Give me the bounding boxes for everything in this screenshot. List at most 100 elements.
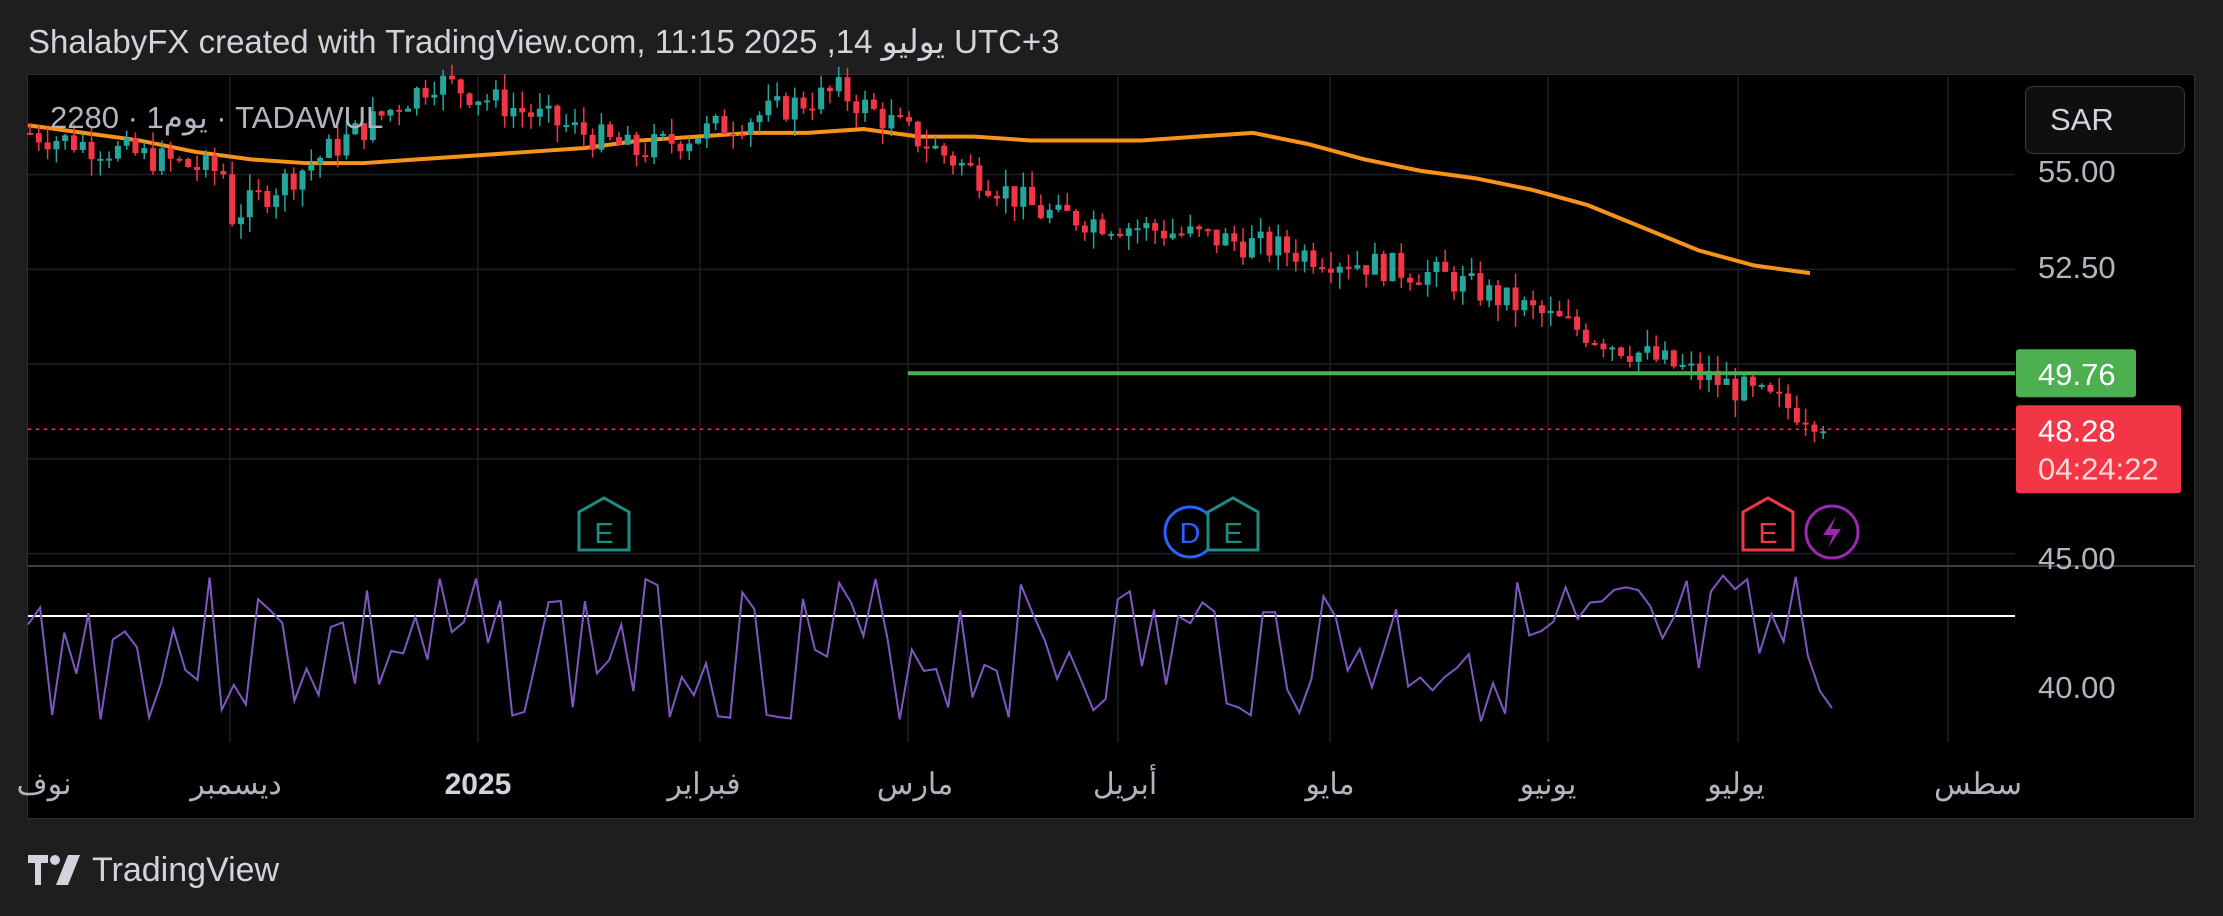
candle-body xyxy=(167,148,174,159)
event-marker-letter: D xyxy=(1180,518,1201,550)
candle-body xyxy=(70,135,77,150)
candle-body xyxy=(1187,226,1194,234)
candle-body xyxy=(967,162,974,166)
event-marker-letter: E xyxy=(1223,518,1242,550)
candle-body xyxy=(835,77,842,92)
candle-body xyxy=(879,108,886,129)
candle-body xyxy=(1257,231,1264,239)
candle-body xyxy=(853,101,860,114)
candle-body xyxy=(1389,252,1396,282)
candle-body xyxy=(1749,376,1756,386)
candle-body xyxy=(1442,261,1449,272)
candle-body xyxy=(1178,233,1185,236)
candle-body xyxy=(1732,378,1739,401)
candle-body xyxy=(985,190,992,196)
currency-button[interactable]: SAR xyxy=(2025,86,2185,154)
candle-body xyxy=(1785,393,1792,409)
candle-body xyxy=(844,77,851,102)
candle-body xyxy=(1029,186,1036,206)
candle-body xyxy=(1240,241,1247,258)
candle-body xyxy=(615,137,622,145)
candle-body xyxy=(1160,230,1167,239)
candle-body xyxy=(1037,205,1044,219)
candle-body xyxy=(1521,300,1528,311)
event-markers: EDEE xyxy=(577,496,1860,560)
support-label: 49.76 xyxy=(2038,357,2116,392)
candle-body xyxy=(1398,252,1405,278)
candle-body xyxy=(404,108,411,112)
candle-body xyxy=(686,143,693,152)
candle-body xyxy=(633,134,640,156)
candle-body xyxy=(176,158,183,161)
time-axis-label: ديسمبر xyxy=(188,768,281,802)
candle-body xyxy=(308,164,315,171)
candle-body xyxy=(545,105,552,109)
price-tick-label: 55.00 xyxy=(2038,154,2116,189)
candle-body xyxy=(132,138,139,154)
symbol-info: 2280 · 1يوم · TADAWUL xyxy=(50,100,384,135)
candle-body xyxy=(923,146,930,149)
candle-body xyxy=(958,162,965,166)
time-axis-label: مارس xyxy=(877,768,953,802)
candle-body xyxy=(1820,431,1827,434)
candle-body xyxy=(1635,352,1642,362)
candle-body xyxy=(1468,273,1475,276)
candle-body xyxy=(475,101,482,105)
candle-body xyxy=(1073,210,1080,226)
support-line: 49.76 xyxy=(908,349,2136,398)
price-tick-label: 45.00 xyxy=(2038,541,2116,576)
candle-body xyxy=(1793,408,1800,423)
candle-body xyxy=(659,133,666,136)
candle-body xyxy=(1530,300,1537,306)
tradingview-logo-icon xyxy=(28,855,80,885)
candle-body xyxy=(1266,231,1273,256)
candle-body xyxy=(1811,424,1818,432)
candle-body xyxy=(141,148,148,154)
candle-body xyxy=(1354,265,1361,269)
candle-body xyxy=(510,108,517,117)
candle-body xyxy=(1081,225,1088,233)
candle-body xyxy=(106,158,113,161)
moving-average-line xyxy=(27,123,1811,276)
candle-body xyxy=(255,190,262,193)
candle-body xyxy=(501,89,508,117)
candle-body xyxy=(457,79,464,94)
price-chart[interactable]: 49.76 48.2804:24:22 EDEE 55.0052.5045.00… xyxy=(0,0,2223,916)
time-axis-label: مايو xyxy=(1303,768,1354,802)
candle-body xyxy=(79,141,86,150)
candle-body xyxy=(1055,204,1062,210)
candle-body xyxy=(695,138,702,144)
candle-body xyxy=(88,141,95,160)
candle-body xyxy=(1125,228,1132,237)
candle-body xyxy=(809,108,816,111)
candle-body xyxy=(299,170,306,190)
candle-body xyxy=(1213,229,1220,246)
candle-body xyxy=(448,75,455,80)
candle-body xyxy=(1486,285,1493,301)
candle-body xyxy=(35,133,42,143)
candle-body xyxy=(580,122,587,135)
time-axis: نوف ديسمبر 2025 فبراير مارس أبريل مايو يونيو يول… xyxy=(17,764,2022,802)
candle-body xyxy=(1345,266,1352,269)
candle-body xyxy=(440,75,447,95)
candle-body xyxy=(826,87,833,92)
candle-body xyxy=(237,217,244,225)
candle-body xyxy=(1477,273,1484,301)
candle-body xyxy=(1802,422,1809,425)
candle-body xyxy=(1582,329,1589,343)
candle-body xyxy=(1741,376,1748,401)
candle-body xyxy=(976,165,983,191)
currency-label: SAR xyxy=(2050,102,2114,137)
candle-body xyxy=(1248,238,1255,258)
last-price-line: 48.2804:24:22 xyxy=(28,405,2181,494)
candle-body xyxy=(246,190,253,218)
event-marker-letter: E xyxy=(1758,518,1777,550)
candle-body xyxy=(870,99,877,109)
candle-body xyxy=(571,122,578,126)
candle-body xyxy=(1363,265,1370,275)
candle-body xyxy=(642,155,649,158)
candle-body xyxy=(712,115,719,124)
candle-body xyxy=(897,115,904,118)
candle-body xyxy=(1152,223,1159,231)
time-axis-label: نوف xyxy=(17,768,72,802)
